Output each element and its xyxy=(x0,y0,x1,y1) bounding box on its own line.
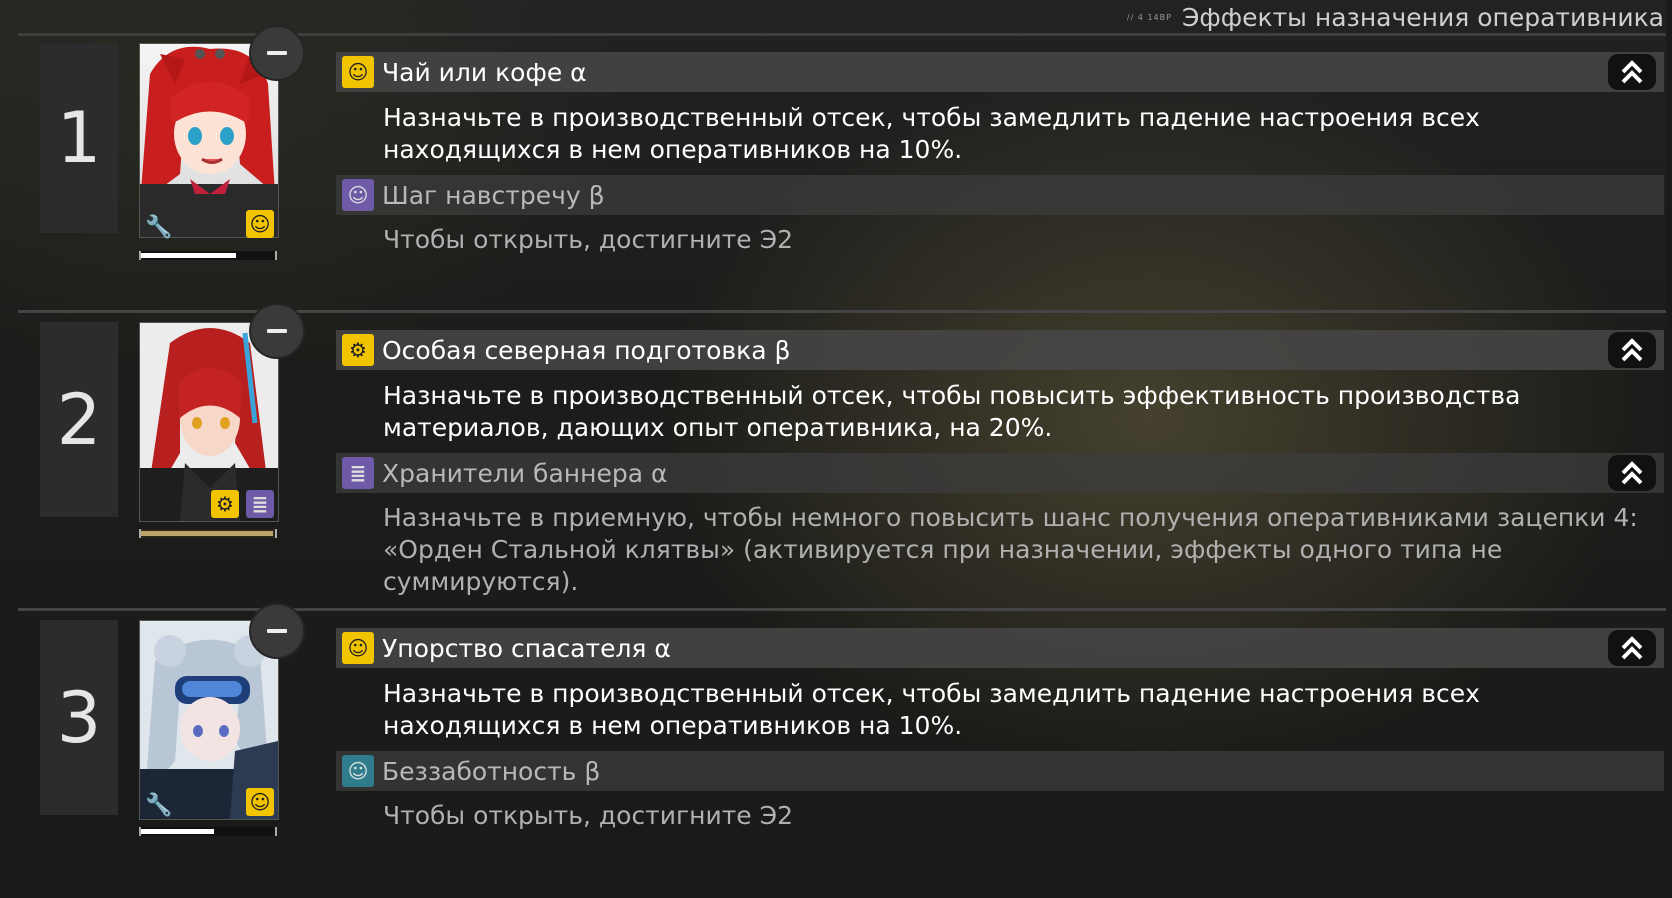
skill-header[interactable]: ☺ Упорство спасателя α xyxy=(336,628,1664,668)
mood-icon: ☺ xyxy=(342,632,374,664)
skill-header[interactable]: ≣ Хранители баннера α xyxy=(336,453,1664,493)
unlock-requirement: Чтобы открыть, достигните Э2 xyxy=(383,801,793,830)
skill-name: Хранители баннера α xyxy=(382,458,668,488)
skill-name: Шаг навстречу β xyxy=(382,180,605,210)
skill-name: Беззаботность β xyxy=(382,756,601,786)
header-tag: // 4 14BP xyxy=(1126,12,1172,22)
mood-icon: ☺ xyxy=(342,179,374,211)
mood-bar xyxy=(139,526,277,542)
remove-operator-button[interactable] xyxy=(249,25,305,81)
mood-icon: ☺ xyxy=(246,210,274,238)
remove-operator-button[interactable] xyxy=(249,303,305,359)
skill-header-locked: ☺ Шаг навстречу β xyxy=(336,175,1664,215)
skill-name: Упорство спасателя α xyxy=(382,633,671,663)
skill-name: Чай или кофе α xyxy=(382,57,587,87)
mood-bar xyxy=(139,824,277,840)
remove-operator-button[interactable] xyxy=(249,603,305,659)
skill-header-locked: ☺ Беззаботность β xyxy=(336,751,1664,791)
skill-description: Назначьте в производственный отсек, чтоб… xyxy=(383,103,1480,164)
unlock-requirement: Чтобы открыть, достигните Э2 xyxy=(383,225,793,254)
skill-header[interactable]: ☺ Чай или кофе α xyxy=(336,52,1664,92)
mood-icon: ☺ xyxy=(342,56,374,88)
skill-description: Назначьте в производственный отсек, чтоб… xyxy=(383,381,1521,442)
mood-bar-fill xyxy=(141,531,273,536)
skill-description: Назначьте в производственный отсек, чтоб… xyxy=(383,679,1480,740)
page-header: // 4 14BP Эффекты назначения оперативник… xyxy=(1127,0,1664,34)
mood-bar-fill xyxy=(141,829,214,834)
mood-bar-fill xyxy=(141,253,236,258)
clue-icon: ≣ xyxy=(246,490,274,518)
mood-plus-icon: ☺ xyxy=(342,755,374,787)
chevron-up-icon[interactable] xyxy=(1608,332,1656,368)
wrench-icon: 🔧 xyxy=(145,793,173,818)
slot-number: 3 xyxy=(40,620,118,815)
skill-description: Назначьте в приемную, чтобы немного повы… xyxy=(383,503,1638,596)
mood-icon: ☺ xyxy=(246,788,274,816)
skill-header[interactable]: ⚙ Особая северная подготовка β xyxy=(336,330,1664,370)
clue-icon: ≣ xyxy=(342,457,374,489)
mood-bar xyxy=(139,248,277,264)
scrollbar[interactable] xyxy=(1666,0,1672,898)
factory-icon: ⚙ xyxy=(211,490,239,518)
chevron-up-icon[interactable] xyxy=(1608,630,1656,666)
chevron-up-icon[interactable] xyxy=(1608,455,1656,491)
factory-icon: ⚙ xyxy=(342,334,374,366)
slot-number: 1 xyxy=(40,43,118,233)
wrench-icon: 🔧 xyxy=(145,215,173,240)
chevron-up-icon[interactable] xyxy=(1608,54,1656,90)
page-title: Эффекты назначения оперативника xyxy=(1181,2,1664,32)
skill-name: Особая северная подготовка β xyxy=(382,335,791,365)
slot-number: 2 xyxy=(40,322,118,517)
